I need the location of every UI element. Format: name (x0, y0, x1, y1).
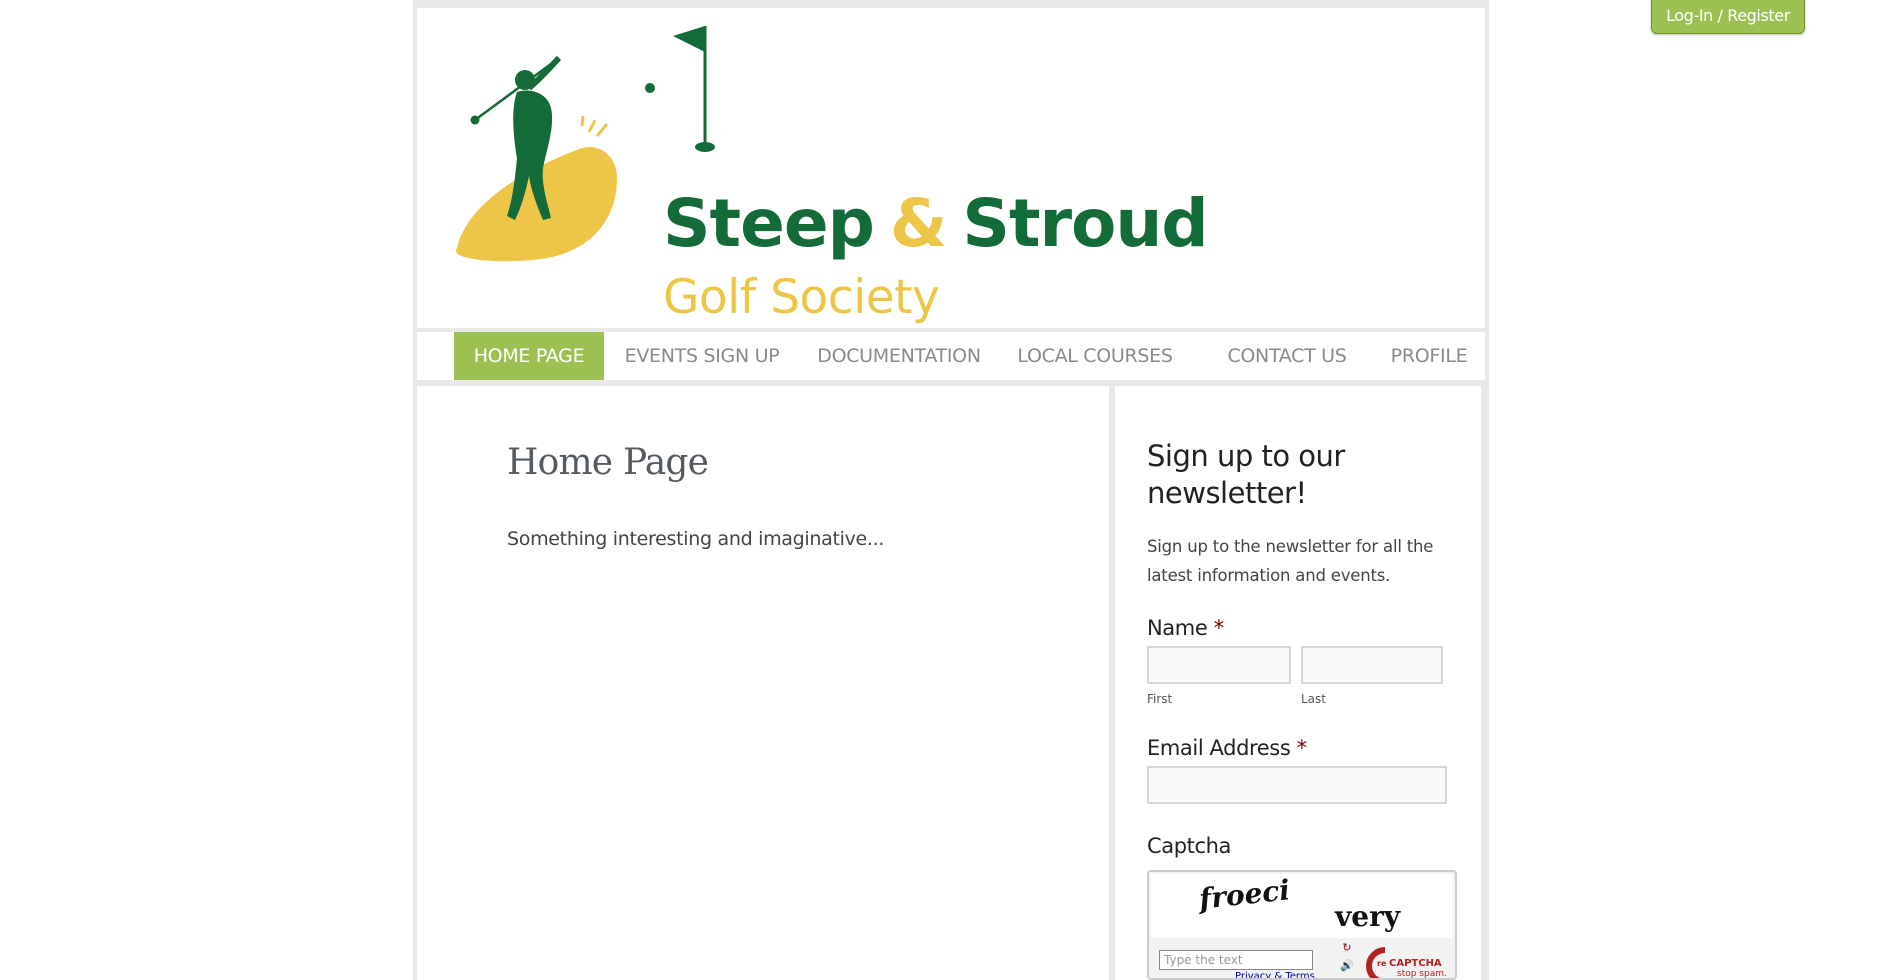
last-name-sublabel: Last (1301, 692, 1326, 706)
svg-text:CAPTCHA: CAPTCHA (1389, 958, 1442, 969)
nav-item-local-courses[interactable]: LOCAL COURSES (997, 332, 1193, 380)
required-marker: * (1213, 616, 1225, 640)
logo-name-part2: Stroud (962, 185, 1207, 262)
newsletter-title: Sign up to our newsletter! (1147, 439, 1345, 510)
newsletter-description: Sign up to the newsletter for all the la… (1147, 537, 1434, 585)
login-register-button[interactable]: Log-In / Register (1651, 0, 1805, 34)
page-body-text: Something interesting and imaginative... (507, 528, 885, 550)
captcha-word-2: very (1335, 900, 1401, 933)
email-input[interactable] (1147, 766, 1447, 804)
audio-icon[interactable]: 🔊 (1337, 958, 1357, 974)
nav-item-contact-us[interactable]: CONTACT US (1193, 332, 1381, 380)
svg-text:Steep&Stroud: Steep & Stroud (663, 185, 1208, 262)
first-name-input[interactable] (1147, 646, 1291, 684)
email-field-label: Email Address * (1147, 736, 1307, 760)
captcha-input[interactable] (1159, 950, 1313, 970)
main-nav: HOME PAGE EVENTS SIGN UP DOCUMENTATION L… (417, 332, 1485, 380)
site-header: Steep & Stroud Golf Society (417, 8, 1485, 328)
captcha-word-1: froeci (1197, 873, 1292, 916)
reload-icon[interactable]: ↻ (1337, 940, 1357, 956)
logo-name-part1: Steep (663, 185, 874, 262)
privacy-terms-link[interactable]: Privacy & Terms (1235, 971, 1315, 978)
last-name-input[interactable] (1301, 646, 1443, 684)
captcha-label: Captcha (1147, 834, 1232, 858)
nav-item-home-page[interactable]: HOME PAGE (454, 332, 604, 380)
name-label-text: Name (1147, 616, 1208, 640)
email-label-text: Email Address (1147, 736, 1291, 760)
flag-icon (673, 26, 715, 152)
help-icon[interactable]: ? (1337, 976, 1357, 978)
sand-splash (580, 115, 609, 137)
recaptcha-logo-icon: re CAPTCHA stop spam. (1366, 947, 1447, 979)
sidebar: Sign up to our newsletter! Sign up to th… (1115, 386, 1481, 980)
name-field-label: Name * (1147, 616, 1224, 640)
page-title: Home Page (507, 442, 709, 483)
required-marker: * (1296, 736, 1308, 760)
site-logo[interactable]: Steep & Stroud Golf Society (417, 8, 1217, 328)
logo-ampersand: & (890, 185, 947, 262)
svg-text:stop spam.: stop spam. (1397, 969, 1447, 979)
captcha-image: froeci very (1151, 873, 1453, 938)
svg-text:re: re (1377, 959, 1387, 968)
nav-item-documentation[interactable]: DOCUMENTATION (801, 332, 997, 380)
golf-ball-icon (645, 83, 655, 93)
logo-subtitle: Golf Society (663, 270, 939, 325)
first-name-sublabel: First (1147, 692, 1173, 706)
nav-item-events-sign-up[interactable]: EVENTS SIGN UP (604, 332, 800, 380)
page-wrapper: Steep & Stroud Golf Society HOME PAGE EVEN… (413, 0, 1489, 980)
nav-item-profile[interactable]: PROFILE (1381, 332, 1477, 380)
captcha-widget: froeci very ↻ 🔊 ? re CAPTCHA stop spam. … (1147, 870, 1457, 980)
main-content: Home Page Something interesting and imag… (417, 386, 1109, 980)
